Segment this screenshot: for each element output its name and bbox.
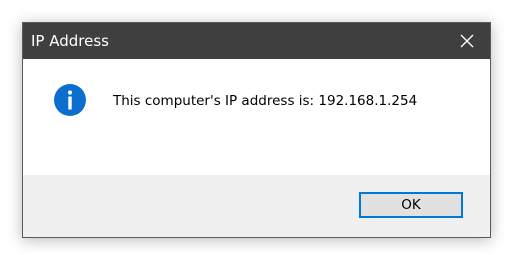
close-button[interactable] bbox=[444, 23, 490, 59]
dialog-body: This computer's IP address is: 192.168.1… bbox=[23, 59, 490, 175]
dialog-message: This computer's IP address is: 192.168.1… bbox=[113, 93, 418, 109]
dialog-title: IP Address bbox=[31, 32, 109, 50]
dialog-footer: OK bbox=[23, 175, 490, 237]
info-icon bbox=[54, 84, 86, 116]
title-bar[interactable]: IP Address bbox=[23, 23, 490, 59]
close-icon bbox=[460, 34, 474, 48]
ok-button[interactable]: OK bbox=[359, 192, 463, 218]
message-dialog: IP Address This computer's IP address is… bbox=[22, 22, 491, 238]
